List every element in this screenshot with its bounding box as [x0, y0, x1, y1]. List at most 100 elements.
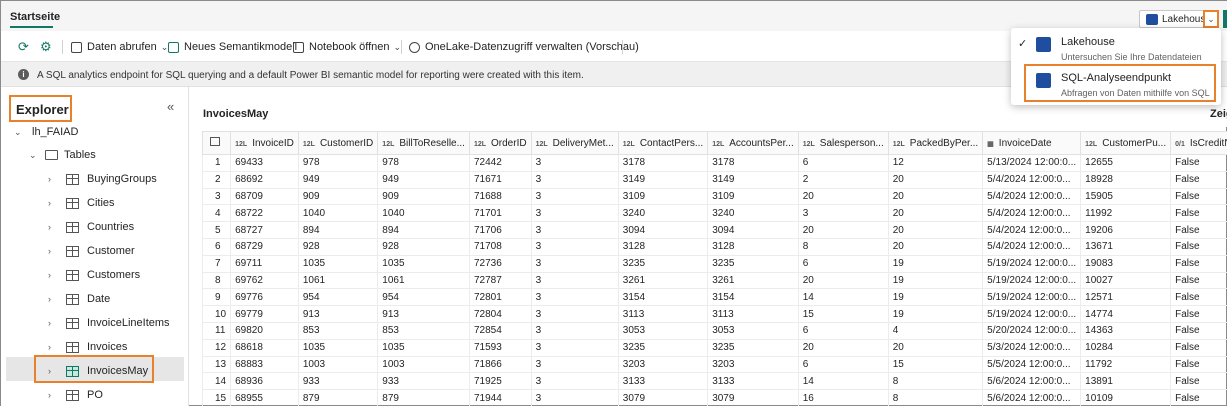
column-header[interactable]: 12L AccountsPer...: [707, 131, 799, 155]
table-cell: 3: [530, 170, 619, 189]
onelake-access-button[interactable]: OneLake-Datenzugriff verwalten (Vorschau…: [409, 38, 639, 56]
column-header[interactable]: 12L OrderID: [468, 131, 532, 155]
table-cell: 68936: [230, 372, 299, 391]
tree-table-item[interactable]: › Invoices: [48, 337, 127, 357]
table-cell: 11992: [1080, 204, 1172, 223]
tree-table-item[interactable]: › PO: [48, 385, 103, 405]
table-row[interactable]: 14 68936 933 933 71925 3 3133 3133 14 8 5/6/2024 1…: [202, 372, 1227, 391]
row-number: 2: [202, 170, 232, 189]
tree-table-item[interactable]: › Countries: [48, 217, 134, 237]
data-table: 12L InvoiceID 12L CustomerID 12L BillToResell…: [202, 131, 1227, 406]
table-cell: 20: [887, 221, 984, 239]
table-row[interactable]: 13 68883 1003 1003 71866 3 3203 3203 6 15 5/5/2024…: [202, 355, 1227, 374]
column-header[interactable]: 12L PackedByPer...: [887, 131, 984, 155]
tree-table-item[interactable]: › InvoiceLineItems: [48, 313, 170, 333]
column-header-label: DeliveryMet...: [552, 137, 614, 149]
row-number: 8: [202, 271, 232, 290]
table-cell: False: [1170, 305, 1227, 323]
table-cell: 913: [297, 305, 379, 323]
table-row[interactable]: 1 69433 978 978 72442 3 3178 3178 6 12 5/13/2024 1…: [202, 154, 1227, 172]
table-row[interactable]: 2 68692 949 949 71671 3 3149 3149 2 20 5/4/2024 12…: [202, 170, 1227, 189]
table-cell: 5/4/2024 12:00:0...: [982, 170, 1082, 189]
tree-table-item[interactable]: › Date: [48, 289, 110, 309]
column-type-icon: 12L: [302, 140, 315, 148]
table-cell: 71944: [468, 389, 532, 406]
column-header[interactable]: 12L DeliveryMet...: [530, 131, 619, 155]
collapse-pane-icon[interactable]: «: [167, 99, 174, 114]
table-cell: 14774: [1080, 305, 1172, 323]
table-cell: 3203: [707, 355, 799, 374]
table-row[interactable]: 9 69776 954 954 72801 3 3154 3154 14 19 5/19/2024 …: [202, 288, 1227, 307]
column-header[interactable]: 12L InvoiceID: [230, 131, 299, 155]
tree-root-lakehouse[interactable]: ⌄ lh_FAIAD: [14, 122, 78, 142]
menu-item-lakehouse[interactable]: ✓ Lakehouse Untersuchen Sie Ihre Datenda…: [1011, 30, 1221, 64]
table-icon: [66, 173, 79, 185]
table-cell: 20: [887, 204, 984, 223]
tab-startseite[interactable]: Startseite: [10, 11, 60, 23]
table-row[interactable]: 7 69711 1035 1035 72736 3 3235 3235 6 19 5/19/2024…: [202, 254, 1227, 273]
settings-button[interactable]: ⚙: [40, 38, 57, 56]
get-data-button[interactable]: Daten abrufen ⌄: [71, 38, 168, 56]
table-cell: 12655: [1080, 154, 1172, 172]
table-cell: 5/4/2024 12:00:0...: [982, 221, 1082, 239]
table-cell: 69433: [230, 154, 299, 172]
new-semantic-model-button[interactable]: Neues Semantikmodell: [168, 38, 297, 56]
column-header[interactable]: ▦ InvoiceDate: [982, 131, 1082, 155]
chevron-right-icon: ›: [48, 342, 51, 352]
table-cell: 5/19/2024 12:00:0...: [982, 288, 1082, 307]
tree-table-item[interactable]: › Customers: [48, 265, 140, 285]
table-cell: 3235: [617, 254, 709, 273]
table-cell: 3: [530, 154, 619, 172]
table-row[interactable]: 4 68722 1040 1040 71701 3 3240 3240 3 20 5/4/2024 …: [202, 204, 1227, 223]
tree-table-item[interactable]: › Cities: [48, 193, 115, 213]
table-icon: [66, 269, 79, 281]
refresh-button[interactable]: ⟳: [18, 38, 34, 56]
table-cell: 3: [530, 288, 619, 307]
table-row[interactable]: 3 68709 909 909 71688 3 3109 3109 20 20 5/4/2024 1…: [202, 187, 1227, 206]
table-cell: 3: [530, 187, 619, 206]
table-row[interactable]: 12 68618 1035 1035 71593 3 3235 3235 20 20 5/3/202…: [202, 338, 1227, 357]
column-header[interactable]: 12L BillToReselle...: [377, 131, 470, 155]
chevron-right-icon: ›: [48, 318, 51, 328]
table-cell: 72787: [468, 271, 532, 290]
table-cell: 69779: [230, 305, 299, 323]
table-row[interactable]: 8 69762 1061 1061 72787 3 3261 3261 20 19 5/19/202…: [202, 271, 1227, 290]
column-header[interactable]: 12L CustomerID: [297, 131, 379, 155]
tree-root-label: lh_FAIAD: [32, 126, 79, 138]
chevron-right-icon: ›: [48, 198, 51, 208]
column-header[interactable]: 12L ContactPers...: [617, 131, 709, 155]
column-header[interactable]: 12L CustomerPu...: [1080, 131, 1172, 155]
column-header[interactable]: 0/1 IsCreditNote: [1170, 131, 1227, 155]
column-header[interactable]: 12L Salesperson...: [797, 131, 889, 155]
table-cell: 978: [377, 154, 470, 172]
open-notebook-button[interactable]: Notebook öffnen ⌄: [293, 38, 401, 56]
table-row[interactable]: 5 68727 894 894 71706 3 3094 3094 20 20 5/4/2024 1…: [202, 221, 1227, 239]
table-cell: 954: [377, 288, 470, 307]
table-cell: 1040: [297, 204, 379, 223]
mode-switch-chevron-icon[interactable]: ⌄: [1203, 10, 1219, 28]
row-header-corner: [202, 131, 232, 155]
table-row[interactable]: 11 69820 853 853 72854 3 3053 3053 6 4 5/20/2024 1…: [202, 321, 1227, 340]
table-cell: 1003: [297, 355, 379, 374]
table-row[interactable]: 15 68955 879 879 71944 3 3079 3079 16 8 5/6/2024 1…: [202, 389, 1227, 406]
table-cell: 68709: [230, 187, 299, 206]
table-cell: 3109: [617, 187, 709, 206]
column-type-icon: 12L: [473, 140, 487, 148]
tree-folder-tables[interactable]: ⌄ Tables: [29, 145, 96, 165]
share-button-edge[interactable]: [1223, 10, 1227, 28]
menu-item-subtitle: Untersuchen Sie Ihre Datendateien: [1061, 52, 1202, 62]
table-cell: 5/6/2024 12:00:0...: [982, 372, 1082, 391]
table-cell: 5/19/2024 12:00:0...: [982, 254, 1082, 273]
table-cell: 20: [887, 170, 984, 189]
table-cell: False: [1170, 170, 1227, 189]
chevron-right-icon: ›: [48, 270, 51, 280]
tree-table-item[interactable]: › BuyingGroups: [48, 169, 157, 189]
table-cell: 10027: [1080, 271, 1172, 290]
tree-table-label: BuyingGroups: [87, 173, 157, 185]
tree-table-item[interactable]: › Customer: [48, 241, 135, 261]
data-grid[interactable]: 12L InvoiceID 12L CustomerID 12L BillToResell…: [202, 131, 1227, 406]
table-cell: 5/13/2024 12:00:0...: [982, 154, 1082, 172]
table-row[interactable]: 10 69779 913 913 72804 3 3113 3113 15 19 5/19/2024…: [202, 305, 1227, 323]
column-type-icon: 12L: [535, 140, 548, 148]
table-row[interactable]: 6 68729 928 928 71708 3 3128 3128 8 20 5/4/2024 12…: [202, 237, 1227, 256]
